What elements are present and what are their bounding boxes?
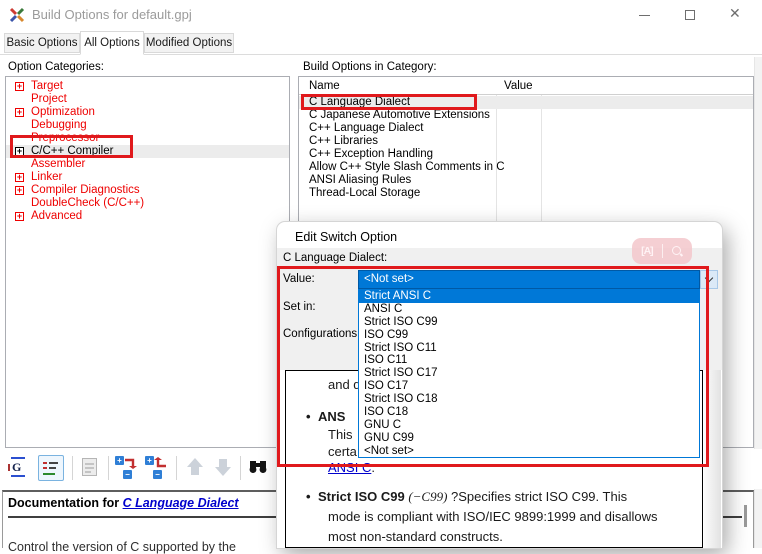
move-down-icon	[210, 455, 236, 481]
table-body: C Language Dialect C Japanese Automotive…	[299, 96, 753, 200]
doc-text-line: most non-standard constructs.	[328, 529, 503, 544]
minimize-icon	[639, 15, 650, 16]
c-language-dialect-link[interactable]: C Language Dialect	[123, 496, 239, 510]
edit-option-icon	[78, 455, 104, 481]
title-bar: Build Options for default.gpj ✕	[0, 0, 762, 30]
tree-item-label: Project	[31, 93, 67, 106]
table-row[interactable]: C++ Exception Handling	[299, 148, 753, 161]
tree-item[interactable]: + Target	[6, 80, 289, 93]
table-row[interactable]: Thread-Local Storage	[299, 187, 753, 200]
toolbar-separator	[240, 456, 241, 480]
option-name-cell: Allow C++ Style Slash Comments in C	[309, 161, 505, 174]
tree-item-label: Linker	[31, 171, 62, 184]
documentation-for-label: Documentation for	[8, 496, 123, 510]
close-button[interactable]: ✕	[719, 0, 753, 28]
table-row[interactable]: C++ Libraries	[299, 135, 753, 148]
option-name-cell: C Japanese Automotive Extensions	[309, 109, 490, 122]
expand-plus-icon[interactable]: +	[15, 212, 24, 221]
tree-item-label: Compiler Diagnostics	[31, 184, 140, 197]
column-header-name[interactable]: Name	[309, 80, 340, 92]
option-name-cell: Thread-Local Storage	[309, 187, 420, 200]
table-row[interactable]: ANSI Aliasing Rules	[299, 174, 753, 187]
option-name-cell: ANSI Aliasing Rules	[309, 174, 411, 187]
tab[interactable]: Basic Options	[4, 33, 80, 53]
tree-item[interactable]: Project	[6, 93, 289, 106]
tree-item[interactable]: + Advanced	[6, 210, 289, 223]
option-categories-tree: + Target Project + Optimization Debuggin…	[5, 76, 290, 448]
move-up-icon	[182, 455, 208, 481]
tab[interactable]: Modified Options	[144, 33, 234, 53]
tab-strip: Basic OptionsAll OptionsModified Options	[0, 30, 762, 55]
expand-plus-icon[interactable]: +	[15, 173, 24, 182]
option-name-cell: C++ Exception Handling	[309, 148, 433, 161]
search-icon[interactable]	[672, 246, 683, 257]
tree-item-label: Target	[31, 80, 63, 93]
table-header: Name Value	[299, 77, 753, 95]
toolbar-separator	[176, 456, 177, 480]
find-icon[interactable]	[246, 455, 272, 481]
column-header-value[interactable]: Value	[504, 80, 533, 92]
table-row[interactable]: C Japanese Automotive Extensions	[299, 109, 753, 122]
option-name-cell: C++ Libraries	[309, 135, 378, 148]
tree-item[interactable]: + Optimization	[6, 106, 289, 119]
expand-plus-icon[interactable]: +	[15, 82, 24, 91]
doc-text-line: mode is compliant with ISO/IEC 9899:1999…	[328, 509, 658, 524]
maximize-button[interactable]	[673, 0, 707, 28]
screenshot-tool-overlay: [A]	[632, 238, 692, 264]
close-icon: ✕	[729, 5, 741, 22]
tree-item-label: Advanced	[31, 210, 82, 223]
tree-item[interactable]: Debugging	[6, 119, 289, 132]
app-icon	[9, 7, 25, 23]
expand-plus-icon[interactable]: +	[15, 108, 24, 117]
sort-options-icon[interactable]: G	[8, 455, 34, 481]
documentation-for-line: Documentation for C Language Dialect	[8, 496, 239, 510]
documentation-partial-text: Control the version of C supported by th…	[8, 540, 236, 554]
build-options-label: Build Options in Category:	[303, 61, 437, 73]
annotation-box-dropdown	[277, 266, 709, 467]
tree-item-label: DoubleCheck (C/C++)	[31, 197, 144, 210]
collapse-with-children-icon[interactable]: + −	[144, 455, 170, 481]
maximize-icon	[685, 10, 695, 20]
window-title: Build Options for default.gpj	[32, 7, 192, 22]
show-option-flags-icon[interactable]	[38, 455, 64, 481]
option-name-cell: C++ Language Dialect	[309, 122, 423, 135]
tree-item-label: Debugging	[31, 119, 87, 132]
tree-item[interactable]: + Linker	[6, 171, 289, 184]
doc-scrollbar-thumb[interactable]	[744, 505, 747, 527]
table-row[interactable]: Allow C++ Style Slash Comments in C	[299, 161, 753, 174]
popup-title: Edit Switch Option	[295, 230, 397, 244]
overlay-divider	[662, 244, 663, 258]
tree-item[interactable]: + Compiler Diagnostics	[6, 184, 289, 197]
tree-item-label: Assembler	[31, 158, 85, 171]
option-categories-label: Option Categories:	[8, 61, 104, 73]
toolbar-separator	[72, 456, 73, 480]
option-name-label: C Language Dialect:	[283, 252, 387, 264]
minimize-button[interactable]	[627, 0, 661, 28]
ocr-icon[interactable]: [A]	[641, 245, 653, 257]
tree-item[interactable]: DoubleCheck (C/C++)	[6, 197, 289, 210]
annotation-box-compiler	[10, 135, 133, 158]
tab[interactable]: All Options	[80, 31, 144, 55]
doc-bullet-strict-iso-c99: •Strict ISO C99 (−C99) ?Specifies strict…	[306, 489, 627, 505]
tree-item[interactable]: Assembler	[6, 158, 289, 171]
annotation-box-c-language-dialect	[301, 94, 477, 110]
toolbar-separator	[108, 456, 109, 480]
expand-plus-icon[interactable]: +	[15, 186, 24, 195]
expand-with-children-icon[interactable]: + −	[114, 455, 140, 481]
tree-item-label: Optimization	[31, 106, 95, 119]
table-row[interactable]: C++ Language Dialect	[299, 122, 753, 135]
